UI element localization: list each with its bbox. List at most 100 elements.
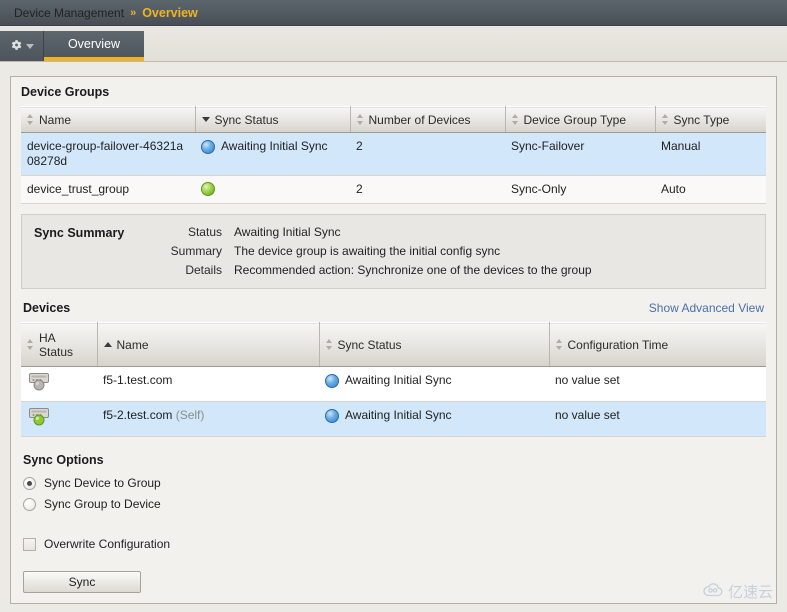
device-groups-panel: Device Groups Name Sync Status Number of…: [10, 76, 777, 604]
devices-header-row: HA Status Name Sync Status Configuration…: [21, 322, 766, 367]
cell-device-group-type: Sync-Only: [505, 175, 655, 204]
status-dot-green-icon: [201, 182, 215, 196]
column-header-label: Sync Status: [337, 337, 402, 352]
sync-summary-details-value: Recommended action: Synchronize one of t…: [234, 263, 592, 277]
group-name-text: device-group-failover-46321a08278d: [27, 139, 184, 168]
breadcrumb-separator: »: [130, 6, 137, 19]
checkbox-label: Overwrite Configuration: [44, 537, 171, 551]
column-header-name[interactable]: Name: [21, 106, 196, 133]
column-header-sync-status[interactable]: Sync Status: [195, 106, 351, 133]
watermark: 亿速云: [702, 581, 773, 602]
status-dot-blue-icon: [201, 139, 215, 154]
sync-button[interactable]: Sync: [23, 571, 141, 593]
device-self-tag: (Self): [175, 408, 205, 422]
column-header-label: Configuration Time: [567, 337, 669, 352]
status-dot-blue-icon: [325, 373, 339, 388]
cell-number-of-devices: 2: [350, 175, 505, 204]
checkbox-icon[interactable]: [23, 537, 36, 551]
device-groups-header-row: Name Sync Status Number of Devices Devic…: [21, 106, 766, 133]
cell-device-sync-status: Awaiting Initial Sync: [319, 401, 549, 437]
sync-summary-details-row: Details Recommended action: Synchronize …: [144, 263, 753, 277]
sort-descending-icon: [201, 117, 210, 122]
devices-title: Devices: [23, 301, 71, 315]
devices-table: HA Status Name Sync Status Configuration…: [21, 322, 766, 437]
content-area: Device Groups Name Sync Status Number of…: [0, 62, 787, 604]
table-row[interactable]: f5-2.test.com (Self) Awaiting Initial Sy…: [21, 401, 766, 437]
radio-label: Sync Device to Group: [44, 476, 161, 490]
sync-summary-summary-value: The device group is awaiting the initial…: [234, 244, 501, 258]
column-header-device-name[interactable]: Name: [97, 322, 320, 367]
device-name-text: f5-2.test.com: [103, 408, 173, 422]
column-header-label: Sync Type: [673, 112, 730, 127]
column-header-device-sync-status[interactable]: Sync Status: [319, 322, 550, 367]
table-row[interactable]: f5-1.test.com Awaiting Initial Sync no v…: [21, 366, 766, 402]
device-sync-status-text: Awaiting Initial Sync: [345, 373, 452, 387]
cell-device-sync-status: Awaiting Initial Sync: [319, 366, 549, 402]
group-name-text: device_trust_group: [27, 182, 130, 196]
sync-options-title: Sync Options: [23, 453, 104, 467]
table-row[interactable]: device-group-failover-46321a08278d Await…: [21, 132, 766, 176]
sort-indicator-icon: [27, 339, 34, 350]
tab-overview-label: Overview: [67, 37, 121, 51]
cell-sync-status: Awaiting Initial Sync: [195, 132, 350, 176]
cell-sync-type: Manual: [655, 132, 766, 176]
column-header-ha-status[interactable]: HA Status: [21, 322, 98, 367]
sync-summary-summary-row: Summary The device group is awaiting the…: [144, 244, 753, 258]
sync-summary-status-label: Status: [187, 225, 222, 239]
sort-indicator-icon: [661, 114, 669, 125]
column-header-label: Number of Devices: [368, 112, 471, 127]
cloud-icon: [702, 582, 724, 601]
cell-sync-status: [195, 175, 350, 204]
column-header-label: Name: [116, 337, 149, 352]
breadcrumb-root[interactable]: Device Management: [14, 6, 124, 20]
radio-sync-group-to-device[interactable]: Sync Group to Device: [23, 497, 764, 511]
cell-device-name[interactable]: f5-2.test.com (Self): [97, 401, 319, 437]
column-header-device-group-type[interactable]: Device Group Type: [505, 106, 656, 133]
status-dot-blue-icon: [325, 408, 339, 423]
radio-button-icon[interactable]: [23, 497, 36, 511]
sort-indicator-icon: [356, 114, 364, 125]
column-header-label: Name: [39, 112, 72, 127]
cell-device-name[interactable]: f5-1.test.com: [97, 366, 319, 402]
device-status-icon: [27, 406, 91, 432]
settings-menu-button[interactable]: [0, 31, 44, 61]
sync-summary-summary-label: Summary: [170, 244, 222, 258]
sync-summary-title: Sync Summary: [34, 226, 125, 240]
tab-strip: Overview: [0, 26, 787, 62]
sync-summary-status-value: Awaiting Initial Sync: [234, 225, 341, 239]
cell-group-name[interactable]: device-group-failover-46321a08278d: [21, 132, 195, 176]
radio-sync-device-to-group[interactable]: Sync Device to Group: [23, 476, 764, 490]
sync-summary-details-label: Details: [185, 263, 222, 277]
breadcrumb-bar: Device Management » Overview: [0, 0, 787, 26]
cell-device-group-type: Sync-Failover: [505, 132, 655, 176]
column-header-label: Device Group Type: [523, 112, 627, 127]
sort-indicator-icon: [325, 339, 333, 350]
sort-indicator-icon: [27, 114, 34, 125]
tab-overview[interactable]: Overview: [44, 31, 144, 61]
column-header-label: HA Status: [39, 330, 74, 359]
device-groups-table: Name Sync Status Number of Devices Devic…: [21, 106, 766, 204]
cell-ha-status: [21, 401, 97, 437]
device-name-text: f5-1.test.com: [103, 373, 173, 387]
column-header-configuration-time[interactable]: Configuration Time: [549, 322, 766, 367]
breadcrumb-current: Overview: [142, 5, 198, 20]
cell-number-of-devices: 2: [350, 132, 505, 176]
column-header-number-of-devices[interactable]: Number of Devices: [350, 106, 506, 133]
table-row[interactable]: device_trust_group 2 Sync-Only Auto: [21, 175, 766, 204]
radio-button-icon[interactable]: [23, 476, 36, 490]
sort-indicator-icon: [511, 114, 519, 125]
sync-summary-box: Sync Summary Status Awaiting Initial Syn…: [21, 214, 766, 289]
cell-sync-type: Auto: [655, 175, 766, 204]
sync-summary-status-row: Status Awaiting Initial Sync: [144, 225, 753, 239]
chevron-down-icon: [26, 43, 34, 49]
show-advanced-view-link[interactable]: Show Advanced View: [649, 301, 764, 315]
device-status-icon: [27, 371, 91, 397]
sort-ascending-icon: [103, 342, 112, 347]
cell-configuration-time: no value set: [549, 401, 766, 437]
column-header-sync-type[interactable]: Sync Type: [655, 106, 766, 133]
device-groups-title: Device Groups: [21, 85, 110, 99]
cell-group-name[interactable]: device_trust_group: [21, 175, 195, 204]
overwrite-configuration-row[interactable]: Overwrite Configuration: [23, 537, 764, 551]
cell-ha-status: [21, 366, 97, 402]
column-header-label: Sync Status: [214, 112, 279, 127]
